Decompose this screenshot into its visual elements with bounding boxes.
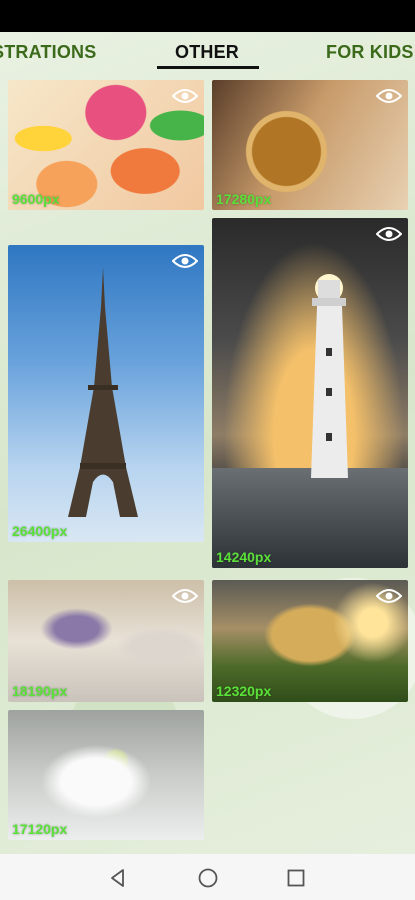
- eye-icon[interactable]: [376, 226, 402, 242]
- points-label: 14240px: [216, 549, 272, 565]
- eye-icon[interactable]: [376, 88, 402, 104]
- gallery-item-book-landscape[interactable]: 12320px: [212, 580, 408, 702]
- eye-icon[interactable]: [172, 88, 198, 104]
- gallery-item-dancer[interactable]: 18190px: [8, 580, 204, 702]
- points-label: 17120px: [12, 821, 68, 837]
- eye-icon[interactable]: [172, 253, 198, 269]
- points-label: 9600px: [12, 191, 60, 207]
- tab-other[interactable]: OTHER: [175, 42, 239, 63]
- active-tab-indicator: [157, 66, 259, 69]
- nav-back-icon[interactable]: [106, 866, 130, 890]
- gallery-item-tea-set[interactable]: 17120px: [8, 710, 204, 840]
- points-label: 17280px: [216, 191, 272, 207]
- status-bar: [0, 0, 415, 32]
- nav-home-icon[interactable]: [196, 866, 220, 890]
- points-label: 12320px: [216, 683, 272, 699]
- points-label: 18190px: [12, 683, 68, 699]
- nav-recent-icon[interactable]: [284, 866, 308, 890]
- lighthouse-illustration: [311, 274, 348, 478]
- eiffel-tower-illustration: [68, 267, 138, 517]
- eye-icon[interactable]: [376, 588, 402, 604]
- tab-for-kids[interactable]: FOR KIDS: [326, 42, 414, 63]
- gallery-item-citrus[interactable]: 9600px: [8, 80, 204, 210]
- gallery-item-eiffel-tower[interactable]: 26400px: [8, 245, 204, 542]
- eye-icon[interactable]: [172, 588, 198, 604]
- gallery-item-pocket-watch[interactable]: 17280px: [212, 80, 408, 210]
- system-navigation-bar: [0, 854, 415, 900]
- tab-illustrations[interactable]: STRATIONS: [0, 42, 96, 63]
- points-label: 26400px: [12, 523, 68, 539]
- gallery-item-lighthouse[interactable]: 14240px: [212, 218, 408, 568]
